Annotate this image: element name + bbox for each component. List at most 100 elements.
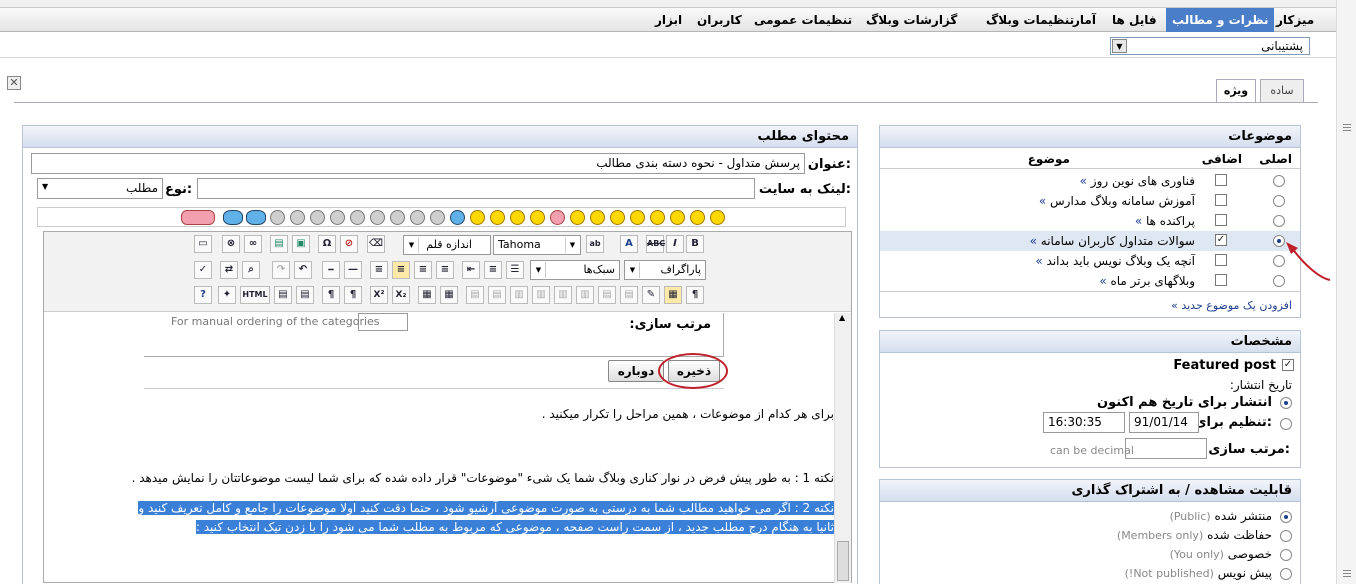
table-row-icon[interactable]: ▤: [488, 286, 506, 304]
smiley-icon[interactable]: [650, 210, 665, 225]
category-extra-checkbox[interactable]: [1215, 274, 1227, 286]
help-icon[interactable]: ?: [194, 286, 212, 304]
table-col-icon[interactable]: ▥: [510, 286, 528, 304]
table-cell-icon[interactable]: ▤: [620, 286, 638, 304]
visibility-private-radio[interactable]: [1280, 549, 1292, 561]
strikethrough-button[interactable]: ABC: [646, 235, 665, 253]
smiley-icon[interactable]: [410, 210, 425, 225]
cleanup-icon[interactable]: ✦: [218, 286, 236, 304]
page-scrollbar[interactable]: [1336, 0, 1356, 584]
order-field[interactable]: [1125, 438, 1207, 459]
smiley-icon[interactable]: [670, 210, 685, 225]
nav-general-settings[interactable]: تنظیمات عمومی: [754, 8, 852, 32]
align-left-icon[interactable]: ≡: [370, 261, 388, 279]
undo-icon[interactable]: ↶: [294, 261, 312, 279]
font-family-select[interactable]: Tahoma ▼: [493, 235, 581, 255]
category-main-radio[interactable]: [1273, 175, 1285, 187]
omega-icon[interactable]: Ω: [318, 235, 336, 253]
styles-select[interactable]: سبک‌ها ▼: [530, 260, 620, 280]
date-field[interactable]: 91/01/14: [1129, 412, 1199, 433]
scroll-up-icon[interactable]: ▲: [839, 313, 845, 322]
edit-icon[interactable]: ✎: [642, 286, 660, 304]
visibility-public-radio[interactable]: [1280, 511, 1292, 523]
category-extra-checkbox[interactable]: [1215, 254, 1227, 266]
nav-stats[interactable]: آمار: [1073, 8, 1096, 32]
smiley-icon[interactable]: [570, 210, 585, 225]
editor-document[interactable]: مرتب سازی: For manual ordering of the ca…: [44, 313, 834, 583]
table-props-icon[interactable]: ▦: [440, 286, 458, 304]
nav-comments-posts[interactable]: نظرات و مطالب: [1166, 8, 1275, 32]
editor-scrollbar[interactable]: ▲: [834, 313, 851, 583]
smiley-icon[interactable]: [530, 210, 545, 225]
find-icon[interactable]: ⌕: [242, 261, 260, 279]
category-main-radio[interactable]: [1273, 215, 1285, 227]
close-icon[interactable]: ✕: [7, 76, 21, 90]
image-icon[interactable]: ▣: [292, 235, 310, 253]
paragraph-select[interactable]: پاراگراف ▼: [624, 260, 706, 280]
nav-blog-reports[interactable]: گزارشات وبلاگ: [866, 8, 957, 32]
again-button[interactable]: دوباره: [608, 360, 664, 382]
alien-icon[interactable]: [246, 210, 266, 225]
support-select[interactable]: پشتیبانی ▼: [1110, 37, 1310, 55]
italic-button[interactable]: I: [666, 235, 684, 253]
highlight-button[interactable]: ab: [586, 235, 604, 253]
scroll-thumb[interactable]: [837, 541, 849, 581]
table-col-icon[interactable]: ▥: [532, 286, 550, 304]
smiley-icon[interactable]: [490, 210, 505, 225]
link-icon[interactable]: ∞: [244, 235, 262, 253]
smiley-icon[interactable]: [510, 210, 525, 225]
smiley-icon[interactable]: [630, 210, 645, 225]
table-row-icon[interactable]: ▤: [466, 286, 484, 304]
fullscreen-icon[interactable]: ▭: [194, 235, 212, 253]
chevron-down-icon[interactable]: ▼: [1112, 39, 1127, 53]
add-topic-link[interactable]: افزودن یک موضوع جدید »: [1171, 299, 1292, 312]
superscript-icon[interactable]: X²: [370, 286, 388, 304]
spellcheck-icon[interactable]: ✓: [194, 261, 212, 279]
smiley-icon[interactable]: [610, 210, 625, 225]
no-format-icon[interactable]: ⊘: [340, 235, 358, 253]
html-icon[interactable]: HTML: [240, 286, 270, 304]
numbered-list-icon[interactable]: ≡: [484, 261, 502, 279]
link-input[interactable]: [197, 178, 755, 199]
category-extra-checkbox[interactable]: [1215, 214, 1227, 226]
visibility-members-radio[interactable]: [1280, 530, 1292, 542]
smiley-icon[interactable]: [310, 210, 325, 225]
time-field[interactable]: 16:30:35: [1043, 412, 1125, 433]
smiley-icon[interactable]: [350, 210, 365, 225]
table-col-icon[interactable]: ▥: [576, 286, 594, 304]
category-row[interactable]: پراکنده ها »: [880, 211, 1300, 231]
pilcrow-icon[interactable]: ¶: [686, 286, 704, 304]
outdent-icon[interactable]: ⇤: [462, 261, 480, 279]
unlink-icon[interactable]: ⊗: [222, 235, 240, 253]
smiley-icon[interactable]: [370, 210, 385, 225]
nav-dashboard[interactable]: میزکار: [1276, 8, 1314, 32]
tab-special[interactable]: ویژه: [1216, 79, 1256, 103]
smiley-icon[interactable]: [590, 210, 605, 225]
featured-checkbox[interactable]: ✓: [1282, 359, 1294, 371]
smiley-icon[interactable]: [430, 210, 445, 225]
category-extra-checkbox[interactable]: [1215, 174, 1227, 186]
rtl-icon[interactable]: ¶: [344, 286, 362, 304]
category-main-radio[interactable]: [1273, 195, 1285, 207]
nav-files[interactable]: فایل ها: [1112, 8, 1157, 32]
paste-word-icon[interactable]: ▤: [274, 286, 292, 304]
paste-text-icon[interactable]: ▤: [296, 286, 314, 304]
table-icon[interactable]: ▦: [664, 286, 682, 304]
table-col-icon[interactable]: ▥: [554, 286, 572, 304]
align-justify-icon[interactable]: ≡: [436, 261, 454, 279]
category-row[interactable]: آنچه یک وبلاگ نویس باید بداند »: [880, 251, 1300, 271]
smiley-icon[interactable]: [710, 210, 725, 225]
font-size-select[interactable]: اندازه قلم ▼: [403, 235, 491, 255]
category-row-selected[interactable]: ✓ سوالات متداول کاربران سامانه »: [880, 231, 1300, 251]
smiley-icon[interactable]: [270, 210, 285, 225]
type-select[interactable]: مطلب ▼: [37, 178, 163, 199]
media-icon[interactable]: ▤: [270, 235, 288, 253]
ltr-icon[interactable]: ¶: [322, 286, 340, 304]
tab-simple[interactable]: ساده: [1260, 79, 1304, 102]
nav-tools[interactable]: ابزار: [655, 8, 682, 32]
bold-button[interactable]: B: [686, 235, 704, 253]
bullet-list-icon[interactable]: ☰: [506, 261, 524, 279]
font-color-button[interactable]: A: [620, 235, 638, 253]
replace-icon[interactable]: ⇄: [220, 261, 238, 279]
set-for-radio[interactable]: [1280, 418, 1292, 430]
